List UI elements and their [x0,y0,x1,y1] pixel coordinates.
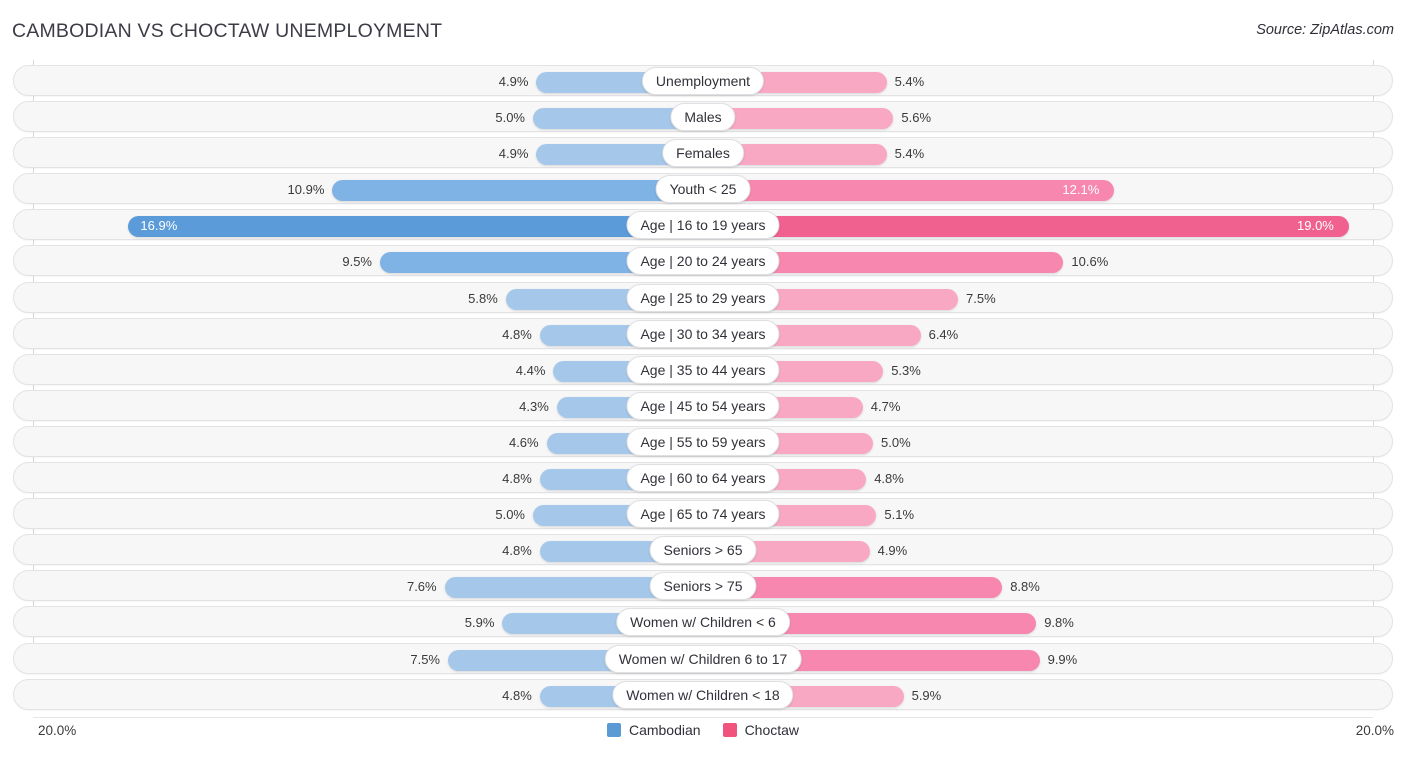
category-label-pill[interactable]: Females [662,139,744,167]
bar-row: 10.9% 12.1% Youth < 25 [0,171,1406,207]
bar-value-left: 9.5% [342,254,372,270]
footer-divider [33,717,1373,718]
bar-row: 4.8% 5.9% Women w/ Children < 18 [0,677,1406,713]
legend-label: Cambodian [629,722,701,738]
bar-value-left: 16.9% [140,218,177,234]
bar-value-left: 4.3% [519,399,549,415]
bar-value-right: 5.3% [891,363,921,379]
bar-right-choctaw [703,216,1349,237]
category-label-pill[interactable]: Seniors > 65 [650,536,757,564]
bar-value-left: 4.4% [516,363,546,379]
category-label-pill[interactable]: Age | 25 to 29 years [626,284,779,312]
category-label-pill[interactable]: Age | 45 to 54 years [626,392,779,420]
bar-value-right: 9.8% [1044,615,1074,631]
bar-value-left: 4.8% [502,471,532,487]
category-label-pill[interactable]: Age | 55 to 59 years [626,428,779,456]
bar-row: 4.8% 6.4% Age | 30 to 34 years [0,316,1406,352]
legend-swatch-icon [723,723,737,737]
chart-footer: 20.0% 20.0% CambodianChoctaw [0,717,1406,757]
bar-row: 5.8% 7.5% Age | 25 to 29 years [0,280,1406,316]
bar-left-cambodian [128,216,703,237]
bar-right-choctaw [703,180,1114,201]
category-label-pill[interactable]: Women w/ Children < 18 [612,681,793,709]
category-label-pill[interactable]: Women w/ Children 6 to 17 [605,645,802,673]
bar-value-left: 5.0% [495,110,525,126]
bar-value-left: 4.6% [509,435,539,451]
chart-legend: Cambodian Choctaw [0,722,1406,738]
bar-value-right: 5.6% [901,110,931,126]
bar-row: 4.6% 5.0% Age | 55 to 59 years [0,424,1406,460]
category-label-pill[interactable]: Women w/ Children < 6 [616,608,790,636]
category-label-pill[interactable]: Age | 20 to 24 years [626,247,779,275]
bar-row: 5.0% 5.6% Males [0,99,1406,135]
category-label-pill[interactable]: Males [670,103,735,131]
category-label-pill[interactable]: Age | 35 to 44 years [626,356,779,384]
category-label-pill[interactable]: Unemployment [642,67,764,95]
bar-row: 5.9% 9.8% Women w/ Children < 6 [0,604,1406,640]
bar-row: 4.3% 4.7% Age | 45 to 54 years [0,388,1406,424]
bar-value-right: 12.1% [1062,182,1099,198]
bar-value-left: 4.9% [499,74,529,90]
category-label-pill[interactable]: Seniors > 75 [650,572,757,600]
bar-row: 4.8% 4.9% Seniors > 65 [0,532,1406,568]
bar-value-left: 5.9% [465,615,495,631]
legend-item[interactable]: Choctaw [723,722,799,738]
bar-row: 7.6% 8.8% Seniors > 75 [0,568,1406,604]
category-label-pill[interactable]: Age | 60 to 64 years [626,464,779,492]
bar-value-right: 4.7% [871,399,901,415]
page-title: CAMBODIAN VS CHOCTAW UNEMPLOYMENT [12,20,442,43]
bar-value-left: 5.8% [468,291,498,307]
bar-value-left: 4.8% [502,543,532,559]
source-attribution: Source: ZipAtlas.com [1256,22,1394,38]
legend-swatch-icon [607,723,621,737]
bar-value-right: 10.6% [1071,254,1108,270]
bar-value-right: 19.0% [1297,218,1334,234]
chart-header: CAMBODIAN VS CHOCTAW UNEMPLOYMENT Source… [0,0,1406,60]
category-label-pill[interactable]: Age | 30 to 34 years [626,320,779,348]
bar-value-left: 7.5% [410,652,440,668]
legend-label: Choctaw [745,722,799,738]
bar-value-right: 8.8% [1010,579,1040,595]
bar-value-right: 4.9% [878,543,908,559]
bar-row: 7.5% 9.9% Women w/ Children 6 to 17 [0,641,1406,677]
bar-value-right: 5.4% [895,146,925,162]
bar-row: 4.8% 4.8% Age | 60 to 64 years [0,460,1406,496]
bar-value-left: 10.9% [288,182,325,198]
bar-value-right: 6.4% [929,327,959,343]
bar-value-left: 5.0% [495,507,525,523]
bar-value-right: 5.0% [881,435,911,451]
legend-item[interactable]: Cambodian [607,722,701,738]
category-label-pill[interactable]: Age | 16 to 19 years [626,211,779,239]
bar-rows-container: 4.9% 5.4% Unemployment 5.0% 5.6% Males 4.9% 5.4… [0,63,1406,713]
category-label-pill[interactable]: Age | 65 to 74 years [626,500,779,528]
bar-value-right: 5.4% [895,74,925,90]
bar-value-right: 9.9% [1048,652,1078,668]
bar-value-left: 4.9% [499,146,529,162]
bar-row: 4.4% 5.3% Age | 35 to 44 years [0,352,1406,388]
bar-value-left: 4.8% [502,327,532,343]
bar-value-right: 5.1% [884,507,914,523]
bar-value-right: 7.5% [966,291,996,307]
bar-row: 4.9% 5.4% Unemployment [0,63,1406,99]
bar-row: 4.9% 5.4% Females [0,135,1406,171]
category-label-pill[interactable]: Youth < 25 [656,175,751,203]
bar-row: 16.9% 19.0% Age | 16 to 19 years [0,207,1406,243]
bar-row: 5.0% 5.1% Age | 65 to 74 years [0,496,1406,532]
bar-row: 9.5% 10.6% Age | 20 to 24 years [0,243,1406,279]
bar-value-right: 4.8% [874,471,904,487]
bar-left-cambodian [332,180,703,201]
bar-value-left: 4.8% [502,688,532,704]
chart-plot-area: 4.9% 5.4% Unemployment 5.0% 5.6% Males 4.9% 5.4… [0,60,1406,717]
bar-value-left: 7.6% [407,579,437,595]
bar-value-right: 5.9% [912,688,942,704]
